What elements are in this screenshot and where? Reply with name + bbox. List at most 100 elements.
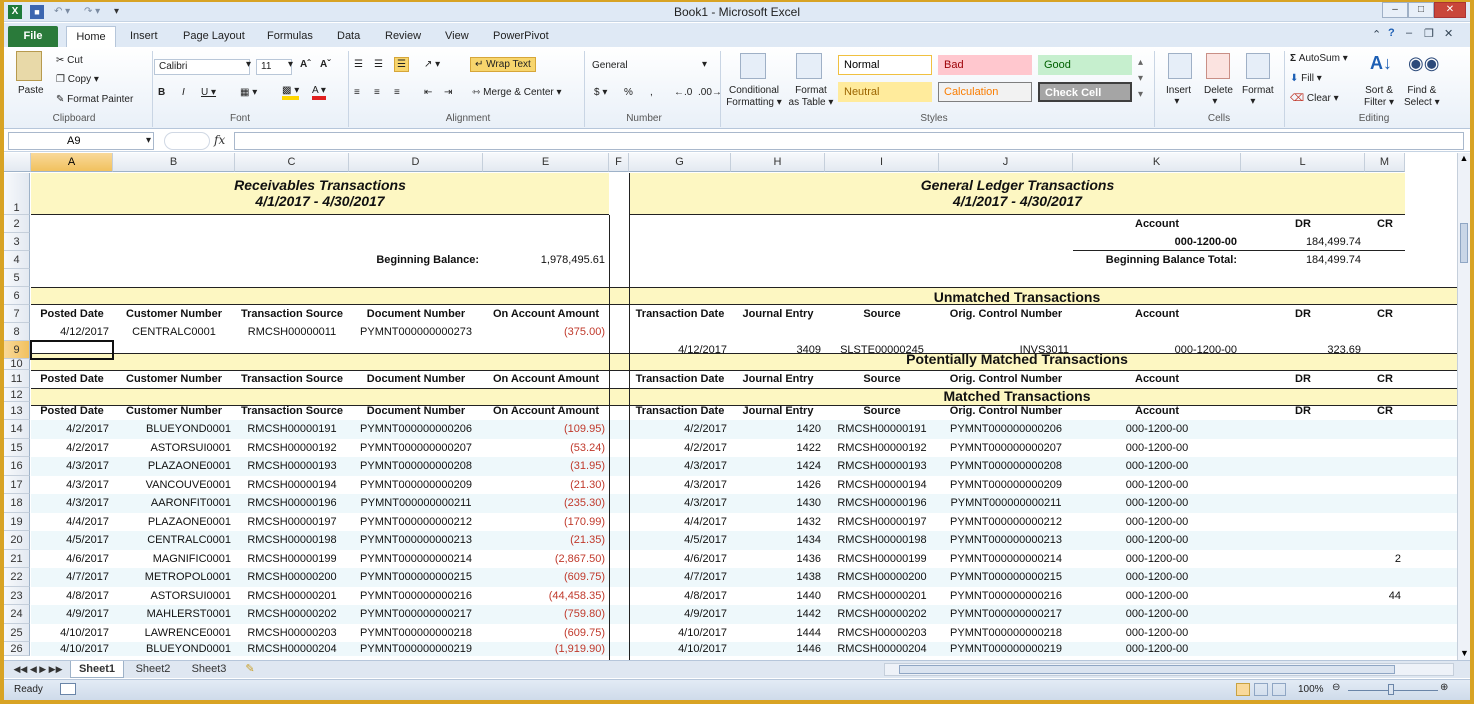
right-col-header-1[interactable]: Journal Entry bbox=[731, 370, 825, 388]
clear-button[interactable]: ⌫ Clear ▾ bbox=[1290, 93, 1339, 104]
fill-button[interactable]: ⬇ Fill ▾ bbox=[1290, 73, 1322, 84]
matched-cell[interactable]: PYMNT000000000209 bbox=[349, 476, 483, 494]
row-header-4[interactable]: 4 bbox=[4, 251, 30, 269]
matched-cell[interactable]: RMCSH00000199 bbox=[825, 550, 939, 568]
matched-cell[interactable] bbox=[1241, 457, 1365, 476]
cut-button[interactable]: ✂ Cut bbox=[56, 55, 83, 66]
matched-cell[interactable] bbox=[1241, 439, 1365, 457]
matched-cell[interactable]: PYMNT000000000216 bbox=[349, 587, 483, 605]
matched-cell[interactable]: 4/5/2017 bbox=[31, 531, 113, 550]
vertical-scrollbar[interactable]: ▲ ▼ bbox=[1457, 153, 1470, 660]
delete-cells-icon[interactable] bbox=[1206, 53, 1230, 79]
left-col-header-3[interactable]: Document Number bbox=[349, 305, 483, 323]
worksheet-grid[interactable]: ABCDEFGHIJKLM 1 2 3 4 5 6 7 8 9 10 11 12 13 14 15 16 17 1… bbox=[4, 153, 1470, 660]
matched-cell[interactable] bbox=[1241, 494, 1365, 513]
matched-cell[interactable]: CENTRALC0001 bbox=[113, 531, 235, 550]
row-header-16[interactable]: 16 bbox=[4, 457, 30, 476]
grow-font-icon[interactable]: Aˆ bbox=[300, 59, 311, 70]
matched-cell[interactable]: 2 bbox=[1365, 550, 1405, 568]
matched-cell[interactable]: PYMNT000000000211 bbox=[349, 494, 483, 513]
matched-cell[interactable]: (109.95) bbox=[483, 420, 609, 439]
left-col-header-0[interactable]: Posted Date bbox=[31, 402, 113, 420]
matched-cell[interactable]: RMCSH00000201 bbox=[825, 587, 939, 605]
matched-cell[interactable] bbox=[1241, 420, 1365, 439]
matched-cell[interactable]: RMCSH00000204 bbox=[235, 642, 349, 656]
font-size-dropdown-icon[interactable]: ▾ bbox=[288, 59, 293, 70]
insert-cells-icon[interactable] bbox=[1168, 53, 1192, 79]
align-bottom-icon[interactable]: ☰ bbox=[394, 57, 409, 72]
tab-home[interactable]: Home bbox=[66, 26, 116, 47]
matched-cell[interactable] bbox=[1241, 550, 1365, 568]
matched-cell[interactable] bbox=[1365, 642, 1405, 656]
scroll-down-icon[interactable]: ▼ bbox=[1458, 648, 1470, 658]
row-header-13[interactable]: 13 bbox=[4, 402, 30, 420]
row-header-6[interactable]: 6 bbox=[4, 287, 30, 305]
row-header-11[interactable]: 11 bbox=[4, 370, 30, 388]
right-col-header-4[interactable]: Account bbox=[1073, 402, 1241, 420]
matched-cell[interactable]: 1446 bbox=[731, 642, 825, 656]
unmatched-left-3[interactable]: PYMNT000000000273 bbox=[349, 323, 483, 341]
matched-cell[interactable]: 4/7/2017 bbox=[629, 568, 731, 587]
align-right-icon[interactable]: ≡ bbox=[394, 87, 400, 98]
insert-sheet-icon[interactable]: ✎ bbox=[240, 661, 260, 678]
matched-cell[interactable]: RMCSH00000191 bbox=[235, 420, 349, 439]
matched-cell[interactable]: 1434 bbox=[731, 531, 825, 550]
column-header-g[interactable]: G bbox=[629, 153, 731, 172]
style-neutral[interactable]: Neutral bbox=[838, 82, 932, 102]
column-header-m[interactable]: M bbox=[1365, 153, 1405, 172]
row-header-1[interactable]: 1 bbox=[4, 173, 30, 215]
matched-cell[interactable]: RMCSH00000196 bbox=[235, 494, 349, 513]
style-check-cell[interactable]: Check Cell bbox=[1038, 82, 1132, 102]
copy-button[interactable]: ❐ Copy ▾ bbox=[56, 74, 99, 85]
column-header-h[interactable]: H bbox=[731, 153, 825, 172]
matched-cell[interactable]: PYMNT000000000207 bbox=[349, 439, 483, 457]
row-header-19[interactable]: 19 bbox=[4, 513, 30, 531]
matched-cell[interactable] bbox=[1365, 420, 1405, 439]
find-select-button[interactable]: Find & Select ▾ bbox=[1404, 85, 1440, 109]
conditional-formatting-icon[interactable] bbox=[740, 53, 766, 79]
matched-cell[interactable]: 4/10/2017 bbox=[629, 642, 731, 656]
matched-cell[interactable]: (1,919.90) bbox=[483, 642, 609, 656]
matched-cell[interactable]: (170.99) bbox=[483, 513, 609, 531]
matched-cell[interactable]: 4/2/2017 bbox=[629, 420, 731, 439]
matched-cell[interactable] bbox=[1241, 568, 1365, 587]
align-top-icon[interactable]: ☰ bbox=[354, 59, 363, 70]
matched-cell[interactable]: 4/10/2017 bbox=[31, 624, 113, 642]
matched-cell[interactable]: 1442 bbox=[731, 605, 825, 624]
matched-cell[interactable]: (759.80) bbox=[483, 605, 609, 624]
bold-icon[interactable]: B bbox=[158, 87, 165, 98]
tab-insert[interactable]: Insert bbox=[128, 26, 160, 47]
matched-cell[interactable]: 4/3/2017 bbox=[31, 494, 113, 513]
matched-cell[interactable]: PYMNT000000000209 bbox=[939, 476, 1073, 494]
matched-cell[interactable]: 000-1200-00 bbox=[1073, 439, 1241, 457]
matched-cell[interactable] bbox=[1241, 476, 1365, 494]
right-col-header-2[interactable]: Source bbox=[825, 305, 939, 323]
matched-cell[interactable]: 4/2/2017 bbox=[31, 439, 113, 457]
matched-cell[interactable]: 000-1200-00 bbox=[1073, 513, 1241, 531]
right-col-header-2[interactable]: Source bbox=[825, 370, 939, 388]
wb-minimize-icon[interactable]: – bbox=[1406, 27, 1412, 39]
matched-cell[interactable]: (609.75) bbox=[483, 568, 609, 587]
matched-cell[interactable]: 4/9/2017 bbox=[629, 605, 731, 624]
align-center-icon[interactable]: ≡ bbox=[374, 87, 380, 98]
matched-cell[interactable]: PYMNT000000000213 bbox=[939, 531, 1073, 550]
account-header[interactable]: Account bbox=[1073, 215, 1241, 233]
scroll-thumb[interactable] bbox=[1460, 223, 1468, 263]
matched-cell[interactable]: PYMNT000000000208 bbox=[349, 457, 483, 476]
matched-cell[interactable]: RMCSH00000196 bbox=[825, 494, 939, 513]
tab-review[interactable]: Review bbox=[383, 26, 423, 47]
matched-cell[interactable]: 4/8/2017 bbox=[629, 587, 731, 605]
left-col-header-0[interactable]: Posted Date bbox=[31, 305, 113, 323]
row-header-22[interactable]: 22 bbox=[4, 568, 30, 587]
row-header-8[interactable]: 8 bbox=[4, 323, 30, 341]
matched-cell[interactable]: 4/3/2017 bbox=[629, 494, 731, 513]
matched-cell[interactable]: RMCSH00000202 bbox=[235, 605, 349, 624]
matched-cell[interactable] bbox=[1365, 605, 1405, 624]
matched-cell[interactable]: RMCSH00000194 bbox=[235, 476, 349, 494]
sort-filter-button[interactable]: Sort & Filter ▾ bbox=[1364, 85, 1394, 109]
matched-cell[interactable] bbox=[1365, 476, 1405, 494]
row-header-20[interactable]: 20 bbox=[4, 531, 30, 550]
matched-cell[interactable]: 4/10/2017 bbox=[629, 624, 731, 642]
matched-cell[interactable]: RMCSH00000203 bbox=[825, 624, 939, 642]
matched-cell[interactable]: 1440 bbox=[731, 587, 825, 605]
